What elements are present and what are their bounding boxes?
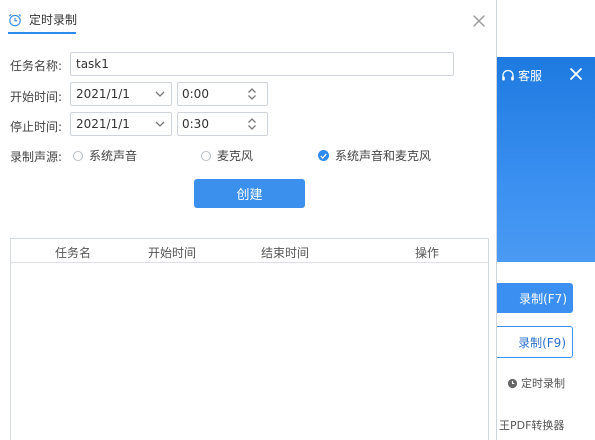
chevron-down-icon <box>155 91 165 97</box>
radio-unchecked-icon <box>73 150 83 161</box>
start-time-label: 开始时间: <box>10 90 63 104</box>
source-system-radio[interactable]: 系统声音 <box>73 147 137 164</box>
main-window-header: 客服 <box>497 57 595 262</box>
record2-button[interactable]: 录制(F9) <box>497 326 573 358</box>
close-icon[interactable] <box>472 14 486 28</box>
up-down-icon[interactable] <box>247 117 257 131</box>
source-system-label: 系统声音 <box>89 149 138 163</box>
screen: 客服 录制(F7) 录制(F9) 定时录制 王PDF转换器 定时录制 任务名称:… <box>0 0 595 440</box>
radio-checked-icon <box>318 150 329 161</box>
audio-source-label: 录制声源: <box>10 150 63 164</box>
task-name-input[interactable] <box>70 52 454 76</box>
schedule-record-label: 定时录制 <box>521 377 565 390</box>
column-start-time: 开始时间 <box>148 246 197 260</box>
clock-icon <box>507 378 518 388</box>
schedule-record-link[interactable]: 定时录制 <box>507 375 565 391</box>
record-button[interactable]: 录制(F7) <box>497 283 573 313</box>
dialog-title: 定时录制 <box>8 11 77 28</box>
stop-date-picker[interactable]: 2021/1/1 <box>70 112 172 136</box>
start-date-value: 2021/1/1 <box>76 87 130 101</box>
customer-service-label: 客服 <box>518 69 543 83</box>
close-icon[interactable] <box>568 66 584 82</box>
source-both-radio[interactable]: 系统声音和麦克风 <box>318 147 431 164</box>
start-time-spinner[interactable]: 0:00 <box>177 82 268 106</box>
table-header: 任务名 开始时间 结束时间 操作 <box>11 239 488 263</box>
stop-time-value: 0:30 <box>182 117 209 131</box>
source-mic-label: 麦克风 <box>217 149 254 163</box>
footer-text: 王PDF转换器 <box>499 419 565 432</box>
stop-date-value: 2021/1/1 <box>76 117 130 131</box>
radio-unchecked-icon <box>201 150 211 161</box>
column-end-time: 结束时间 <box>261 246 310 260</box>
task-name-label: 任务名称: <box>10 59 63 73</box>
title-tab-indicator <box>8 32 76 34</box>
headset-icon <box>502 69 514 80</box>
create-button-label: 创建 <box>236 188 263 203</box>
stop-time-label: 停止时间: <box>10 120 63 134</box>
column-task-name: 任务名 <box>55 246 92 260</box>
main-window: 客服 录制(F7) 录制(F9) 定时录制 王PDF转换器 <box>496 57 595 440</box>
chevron-down-icon <box>155 121 165 127</box>
source-mic-radio[interactable]: 麦克风 <box>201 147 253 164</box>
column-actions: 操作 <box>415 246 440 260</box>
alarm-clock-icon <box>8 13 22 26</box>
schedule-dialog: 定时录制 任务名称: 开始时间: 2021/1/1 0:00 停止时间: 202… <box>0 0 497 440</box>
dialog-title-text: 定时录制 <box>29 13 78 27</box>
checkmark-icon <box>320 153 327 159</box>
record-button-label: 录制(F7) <box>519 291 567 306</box>
stop-time-spinner[interactable]: 0:30 <box>177 112 268 136</box>
up-down-icon[interactable] <box>247 87 257 101</box>
start-date-picker[interactable]: 2021/1/1 <box>70 82 172 106</box>
create-button[interactable]: 创建 <box>194 179 305 208</box>
task-table: 任务名 开始时间 结束时间 操作 <box>10 238 489 440</box>
customer-service-button[interactable]: 客服 <box>501 67 542 84</box>
record2-button-label: 录制(F9) <box>518 335 566 350</box>
start-time-value: 0:00 <box>182 87 209 101</box>
source-both-label: 系统声音和麦克风 <box>335 149 432 163</box>
